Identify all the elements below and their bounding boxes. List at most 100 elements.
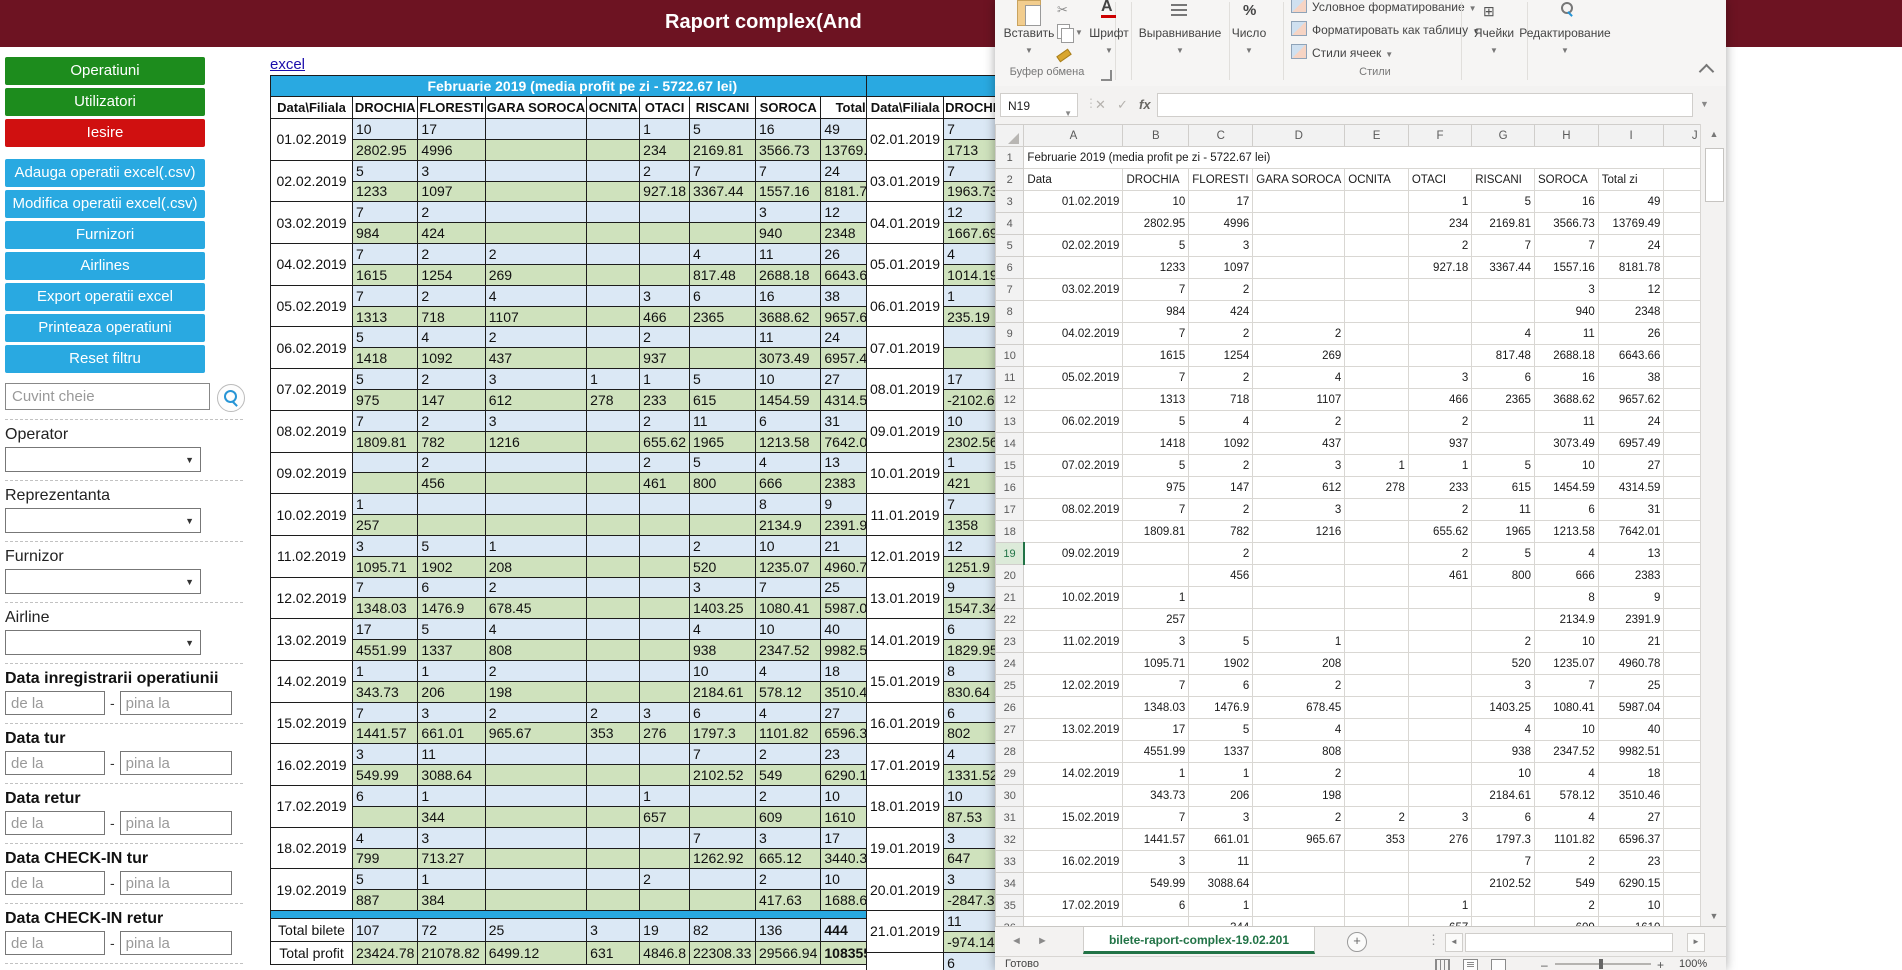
- excel-row-number[interactable]: 29: [996, 763, 1024, 785]
- date-from-input[interactable]: [5, 751, 105, 775]
- excel-cell[interactable]: 800: [1472, 565, 1535, 587]
- excel-cell[interactable]: 461: [1408, 565, 1471, 587]
- cancel-entry-icon[interactable]: ✕: [1095, 93, 1106, 117]
- excel-cell[interactable]: 6: [1472, 807, 1535, 829]
- excel-cell[interactable]: 6290.15: [1598, 873, 1664, 895]
- font-group-button[interactable]: Шрифт: [1083, 26, 1135, 40]
- excel-cell[interactable]: 38: [1598, 367, 1664, 389]
- excel-cell[interactable]: 1097: [1189, 257, 1253, 279]
- excel-cell[interactable]: [1024, 389, 1123, 411]
- excel-cell[interactable]: 3: [1123, 631, 1189, 653]
- format-as-table-button[interactable]: Форматировать как таблицу▼: [1291, 20, 1480, 42]
- excel-cell[interactable]: 1233: [1123, 257, 1189, 279]
- excel-cell[interactable]: 615: [1472, 477, 1535, 499]
- zoom-slider[interactable]: [1555, 963, 1651, 965]
- sidebar-button-printeaza-operatiuni[interactable]: Printeaza operatiuni: [5, 314, 205, 342]
- excel-cell[interactable]: 1902: [1189, 653, 1253, 675]
- date-to-input[interactable]: [120, 751, 232, 775]
- paste-dropdown-caret[interactable]: ▼: [999, 46, 1059, 55]
- excel-cell[interactable]: 16: [1534, 191, 1598, 213]
- sidebar-button-modifica-operatii-excel-csv-[interactable]: Modifica operatii excel(.csv): [5, 190, 205, 218]
- excel-cell[interactable]: [1024, 521, 1123, 543]
- excel-cell[interactable]: [1345, 213, 1409, 235]
- excel-cell[interactable]: 40: [1598, 719, 1664, 741]
- sidebar-button-export-operatii-excel[interactable]: Export operatii excel: [5, 283, 205, 311]
- number-group-caret[interactable]: ▼: [1223, 46, 1275, 55]
- excel-cell[interactable]: OTACI: [1408, 169, 1471, 191]
- excel-cell[interactable]: 12.02.2019: [1024, 675, 1123, 697]
- excel-cell[interactable]: 927.18: [1408, 257, 1471, 279]
- excel-cell[interactable]: 718: [1189, 389, 1253, 411]
- alignment-group-caret[interactable]: ▼: [1135, 46, 1225, 55]
- excel-cell[interactable]: 2134.9: [1534, 609, 1598, 631]
- copy-icon[interactable]: [1057, 24, 1070, 39]
- paste-button[interactable]: Вставить: [999, 26, 1059, 40]
- excel-cell[interactable]: [1345, 565, 1409, 587]
- excel-cell[interactable]: 10: [1598, 895, 1664, 917]
- excel-cell[interactable]: 2688.18: [1534, 345, 1598, 367]
- excel-cell[interactable]: 2: [1472, 631, 1535, 653]
- excel-cell[interactable]: 5: [1189, 719, 1253, 741]
- excel-cell[interactable]: 6: [1123, 895, 1189, 917]
- excel-cell[interactable]: 2184.61: [1472, 785, 1535, 807]
- excel-cell[interactable]: 3: [1189, 807, 1253, 829]
- excel-cell[interactable]: [1345, 741, 1409, 763]
- excel-cell[interactable]: [1408, 785, 1471, 807]
- excel-cell[interactable]: [1253, 301, 1345, 323]
- excel-cell[interactable]: 24: [1598, 235, 1664, 257]
- name-box[interactable]: N19 ▼: [1000, 93, 1078, 117]
- excel-cell[interactable]: 2: [1345, 807, 1409, 829]
- excel-cell[interactable]: 937: [1408, 433, 1471, 455]
- date-to-input[interactable]: [120, 931, 232, 955]
- excel-cell[interactable]: 3: [1472, 675, 1535, 697]
- excel-cell[interactable]: 1476.9: [1189, 697, 1253, 719]
- vertical-scroll-thumb[interactable]: [1705, 148, 1724, 202]
- excel-cell[interactable]: 424: [1189, 301, 1253, 323]
- excel-cell[interactable]: [1345, 873, 1409, 895]
- excel-cell[interactable]: 666: [1534, 565, 1598, 587]
- sidebar-button-adauga-operatii-excel-csv-[interactable]: Adauga operatii excel(.csv): [5, 159, 205, 187]
- dialog-launcher-icon[interactable]: [1101, 70, 1112, 81]
- excel-cell[interactable]: [1408, 763, 1471, 785]
- zoom-in-icon[interactable]: +: [1657, 958, 1664, 970]
- sidebar-button-operatiuni[interactable]: Operatiuni: [5, 57, 205, 85]
- excel-cell[interactable]: 6643.66: [1598, 345, 1664, 367]
- excel-cell[interactable]: 2: [1253, 807, 1345, 829]
- excel-cell[interactable]: 3: [1408, 807, 1471, 829]
- copy-caret[interactable]: ▼: [1075, 28, 1083, 37]
- excel-row-number[interactable]: 25: [996, 675, 1024, 697]
- date-from-input[interactable]: [5, 931, 105, 955]
- excel-cell[interactable]: 940: [1534, 301, 1598, 323]
- excel-cell[interactable]: 4: [1189, 411, 1253, 433]
- excel-cell[interactable]: [1024, 829, 1123, 851]
- excel-cell[interactable]: [1345, 697, 1409, 719]
- excel-cell[interactable]: [1253, 851, 1345, 873]
- excel-cell[interactable]: [1472, 301, 1535, 323]
- excel-cell[interactable]: 8181.78: [1598, 257, 1664, 279]
- excel-row-number[interactable]: 11: [996, 367, 1024, 389]
- excel-cell[interactable]: [1024, 697, 1123, 719]
- excel-cell[interactable]: 6: [1534, 499, 1598, 521]
- excel-cell[interactable]: 7: [1472, 851, 1535, 873]
- excel-cell[interactable]: 4996: [1189, 213, 1253, 235]
- excel-column-header[interactable]: I: [1598, 125, 1664, 147]
- excel-cell[interactable]: [1408, 851, 1471, 873]
- excel-cell[interactable]: 11: [1534, 323, 1598, 345]
- excel-cell[interactable]: 9: [1598, 587, 1664, 609]
- excel-cell[interactable]: 10.02.2019: [1024, 587, 1123, 609]
- excel-cell[interactable]: [1408, 609, 1471, 631]
- sidebar-button-reset-filtru[interactable]: Reset filtru: [5, 345, 205, 373]
- excel-cell[interactable]: 5: [1189, 631, 1253, 653]
- excel-cell[interactable]: 2347.52: [1534, 741, 1598, 763]
- excel-cell[interactable]: 1: [1189, 763, 1253, 785]
- excel-cell[interactable]: 2: [1189, 323, 1253, 345]
- excel-cell[interactable]: 234: [1408, 213, 1471, 235]
- excel-cell[interactable]: 10: [1534, 455, 1598, 477]
- excel-cell[interactable]: 2383: [1598, 565, 1664, 587]
- excel-row-number[interactable]: 17: [996, 499, 1024, 521]
- excel-cell[interactable]: 1441.57: [1123, 829, 1189, 851]
- excel-cell[interactable]: 2: [1408, 543, 1471, 565]
- excel-cell[interactable]: 2: [1189, 367, 1253, 389]
- excel-cell[interactable]: Total zi: [1598, 169, 1664, 191]
- excel-cell[interactable]: [1024, 609, 1123, 631]
